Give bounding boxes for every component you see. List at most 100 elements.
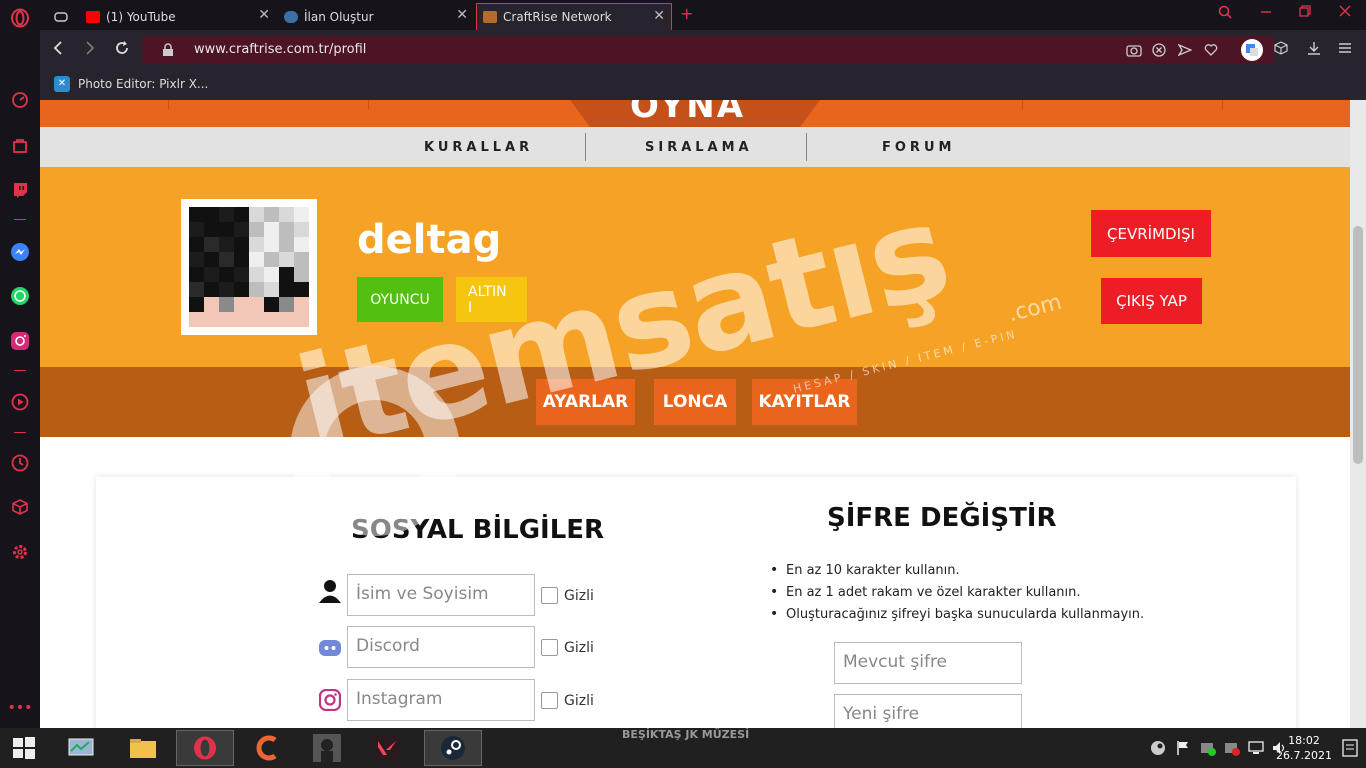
curseforge-icon[interactable] [240,730,294,766]
translate-extension-icon[interactable] [1241,39,1263,61]
avatar-pixel [189,207,204,222]
steam-tray-icon[interactable] [1150,740,1166,759]
security-tray-icon[interactable] [1200,740,1216,759]
instagram-hidden-checkbox[interactable] [541,692,558,709]
forward-icon[interactable] [84,41,96,59]
new-password-input[interactable]: Yeni şifre [834,694,1022,728]
twitch-icon[interactable] [10,180,30,200]
avatar-pixel [204,297,219,312]
close-tab-icon[interactable]: ✕ [258,7,270,23]
hidden-label: Gizli [564,693,594,709]
avatar-pixel [279,282,294,297]
valorant-icon[interactable] [360,730,414,766]
steam-icon[interactable] [424,730,482,766]
game-app-icon[interactable] [300,730,354,766]
more-dots-icon[interactable]: ••• [8,698,33,718]
url-text: www.craftrise.com.tr/profil [194,42,367,57]
main-menu: KURALLAR SIRALAMA FORUM [40,127,1350,167]
avatar-pixel [264,297,279,312]
file-explorer-icon[interactable] [116,730,170,766]
discord-input[interactable]: Discord [347,626,535,668]
opera-logo-icon[interactable] [10,8,30,28]
notifications-icon[interactable] [1342,738,1358,758]
avatar-pixel [219,312,234,327]
task-manager-icon[interactable] [54,730,108,766]
easy-setup-icon[interactable] [1338,41,1352,59]
scrollbar-thumb[interactable] [1353,226,1363,464]
page-scrollbar[interactable] [1350,100,1366,728]
menu-forum[interactable]: FORUM [882,140,955,155]
network-icon[interactable] [1248,740,1264,759]
close-window-icon[interactable] [1339,5,1351,21]
avatar-pixel [279,297,294,312]
send-icon[interactable] [1177,42,1193,61]
password-rule: En az 10 karakter kullanın. [768,562,1144,585]
tab-ayarlar[interactable]: AYARLAR [536,379,635,425]
settings-card: SOSYAL BİLGİLER İsim ve Soyisim Gizli Di… [96,477,1296,728]
avatar-pixel [189,312,204,327]
bookmark-pixlr[interactable]: ✕ Photo Editor: Pixlr X... [54,76,208,92]
avatar-pixel [249,297,264,312]
hidden-label: Gizli [564,588,594,604]
avatar-pixel [234,267,249,282]
opera-taskbar-icon[interactable] [176,730,234,766]
tab-youtube[interactable]: (1) YouTube ✕ [80,3,276,30]
current-password-input[interactable]: Mevcut şifre [834,642,1022,684]
download-icon[interactable] [1307,41,1321,59]
status-offline-button[interactable]: ÇEVRİMDIŞI [1091,210,1211,257]
whatsapp-icon[interactable] [10,286,30,306]
play-button-label[interactable]: OYNA [630,100,745,126]
extensions-icon[interactable] [1274,41,1288,59]
shopping-bag-icon[interactable] [10,135,30,155]
messenger-icon[interactable] [10,242,30,262]
menu-siralama[interactable]: SIRALAMA [645,140,753,155]
tab-lonca[interactable]: LONCA [654,379,736,425]
avatar-pixel [249,282,264,297]
tab-ilan-olustur[interactable]: İlan Oluştur ✕ [278,3,474,30]
fullname-hidden-checkbox[interactable] [541,587,558,604]
history-icon[interactable] [10,453,30,473]
minimize-icon[interactable] [1260,5,1272,21]
menu-kurallar[interactable]: KURALLAR [424,140,533,155]
fullname-input[interactable]: İsim ve Soyisim [347,574,535,616]
settings-gear-icon[interactable] [10,542,30,562]
close-tab-icon[interactable]: ✕ [653,8,665,24]
avatar-pixel [234,207,249,222]
avatar-pixel [249,252,264,267]
address-bar[interactable]: www.craftrise.com.tr/profil [142,36,1274,64]
avatar-pixel [264,282,279,297]
system-clock[interactable]: 18:02 26.7.2021 [1276,733,1332,763]
discord-icon [318,636,342,660]
camera-icon[interactable] [1126,42,1142,61]
extensions-cube-icon[interactable] [10,497,30,517]
avatar-pixel [234,282,249,297]
discord-hidden-checkbox[interactable] [541,639,558,656]
start-button[interactable] [0,730,48,766]
player-icon[interactable] [10,392,30,412]
avatar-pixel [219,267,234,282]
pixlr-icon: ✕ [54,76,70,92]
instagram-input[interactable]: Instagram [347,679,535,721]
avatar-pixel [294,237,309,252]
reload-icon[interactable] [115,41,129,59]
update-tray-icon[interactable] [1224,740,1240,759]
close-tab-icon[interactable]: ✕ [456,7,468,23]
flag-icon[interactable] [1176,740,1190,759]
lock-icon [162,42,174,61]
heart-icon[interactable] [1204,42,1218,61]
avatar-pixel [219,222,234,237]
new-tab-button[interactable]: + [680,4,693,23]
workspaces-icon[interactable] [54,3,74,30]
logout-button[interactable]: ÇIKIŞ YAP [1101,278,1202,324]
itemsatis-icon [284,10,298,23]
restore-icon[interactable] [1299,5,1311,21]
adblock-icon[interactable] [1152,42,1166,61]
search-tabs-icon[interactable] [1218,5,1232,23]
opera-sidebar: ••• [0,0,40,728]
back-icon[interactable] [52,41,64,59]
tab-craftrise[interactable]: CraftRise Network ✕ [476,3,672,30]
avatar-pixel [219,252,234,267]
youtube-icon [86,10,100,23]
instagram-sidebar-icon[interactable] [10,331,30,351]
speed-dial-icon[interactable] [10,90,30,110]
